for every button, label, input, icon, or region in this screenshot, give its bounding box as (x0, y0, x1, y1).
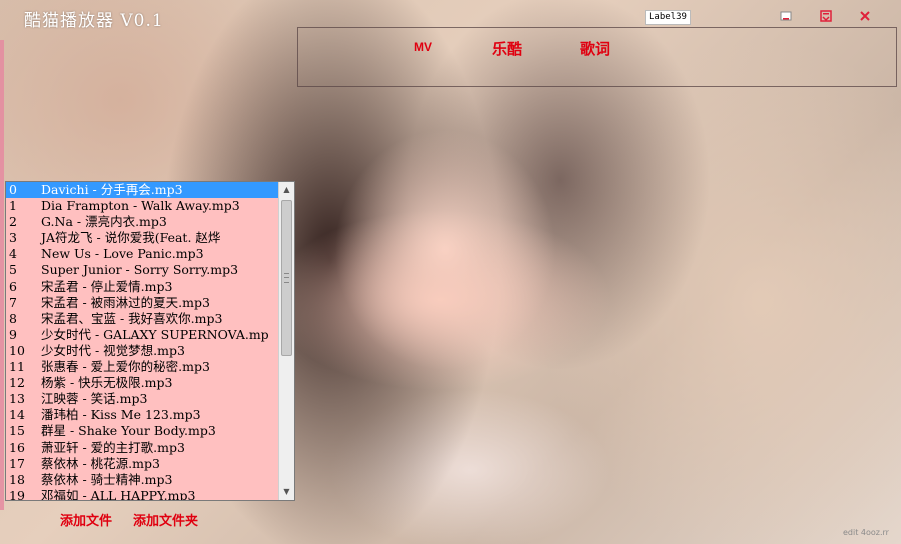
list-item[interactable]: 3 JA符龙飞 - 说你爱我(Feat. 赵烨 (6, 230, 279, 246)
list-item[interactable]: 4 New Us - Love Panic.mp3 (6, 246, 279, 262)
track-name: JA符龙飞 - 说你爱我(Feat. 赵烨 (41, 230, 221, 246)
list-item[interactable]: 8 宋孟君、宝蓝 - 我好喜欢你.mp3 (6, 311, 279, 327)
track-number: 18 (9, 471, 25, 487)
list-item[interactable]: 7 宋孟君 - 被雨淋过的夏天.mp3 (6, 295, 279, 311)
track-number: 4 (9, 246, 17, 262)
track-number: 15 (9, 423, 25, 439)
playlist-scrollbar[interactable]: ▲ ▼ (278, 182, 294, 500)
arrow-up-icon[interactable]: ▲ (279, 182, 294, 198)
list-item[interactable]: 14 潘玮柏 - Kiss Me 123.mp3 (6, 407, 279, 423)
list-item[interactable]: 10 少女时代 - 视觉梦想.mp3 (6, 343, 279, 359)
status-label: Label39 (645, 10, 691, 25)
track-number: 13 (9, 391, 25, 407)
track-number: 2 (9, 214, 17, 230)
list-item[interactable]: 2 G.Na - 漂亮内衣.mp3 (6, 214, 279, 230)
restore-icon (820, 10, 832, 22)
list-item[interactable]: 9 少女时代 - GALAXY SUPERNOVA.mp (6, 327, 279, 343)
list-item[interactable]: 5 Super Junior - Sorry Sorry.mp3 (6, 262, 279, 278)
tab-mv[interactable]: MV (414, 40, 432, 54)
minimize-icon (780, 11, 792, 21)
track-name: 宋孟君、宝蓝 - 我好喜欢你.mp3 (41, 310, 223, 326)
list-item[interactable]: 11 张惠春 - 爱上爱你的秘密.mp3 (6, 359, 279, 375)
track-name: 张惠春 - 爱上爱你的秘密.mp3 (41, 359, 210, 375)
list-item[interactable]: 12 杨紫 - 快乐无极限.mp3 (6, 375, 279, 391)
track-name: 宋孟君 - 停止爱情.mp3 (41, 278, 173, 294)
track-number: 17 (9, 455, 25, 471)
tab-bar: MV 乐酷 歌词 (297, 27, 897, 87)
player-window: 酷猫播放器 V0.1 Label39 MV 乐酷 歌词 0 Davichi - 分… (0, 0, 901, 544)
close-button[interactable] (858, 9, 872, 23)
track-number: 14 (9, 407, 25, 423)
track-name: 杨紫 - 快乐无极限.mp3 (41, 375, 173, 391)
list-item[interactable]: 6 宋孟君 - 停止爱情.mp3 (6, 279, 279, 295)
list-item[interactable]: 0 Davichi - 分手再会.mp3 (6, 182, 279, 199)
list-item[interactable]: 17 蔡依林 - 桃花源.mp3 (6, 456, 279, 472)
track-number: 16 (9, 439, 25, 455)
track-name: 宋孟君 - 被雨淋过的夏天.mp3 (41, 294, 210, 310)
track-number: 0 (9, 182, 17, 197)
scroll-thumb[interactable] (281, 200, 292, 356)
grip-icon (284, 273, 289, 283)
close-icon (860, 11, 870, 21)
playlist-rows: 0 Davichi - 分手再会.mp3 1 Dia Frampton - Walk … (6, 182, 279, 500)
track-number: 5 (9, 262, 17, 278)
track-number: 7 (9, 294, 17, 310)
track-name: Dia Frampton - Walk Away.mp3 (41, 198, 240, 214)
track-name: 邓福如 - ALL HAPPY.mp3 (41, 487, 196, 500)
track-number: 12 (9, 375, 25, 391)
watermark-text: edit 4ooz.rr (843, 528, 889, 537)
tab-lekuo[interactable]: 乐酷 (492, 38, 522, 59)
add-folder-button[interactable]: 添加文件夹 (133, 510, 198, 529)
track-number: 1 (9, 198, 17, 214)
track-name: 潘玮柏 - Kiss Me 123.mp3 (41, 407, 201, 423)
track-name: 江映蓉 - 笑话.mp3 (41, 391, 148, 407)
list-item[interactable]: 18 蔡依林 - 骑士精神.mp3 (6, 472, 279, 488)
track-name: 蔡依林 - 骑士精神.mp3 (41, 471, 173, 487)
track-name: 群星 - Shake Your Body.mp3 (41, 423, 216, 439)
playlist[interactable]: 0 Davichi - 分手再会.mp3 1 Dia Frampton - Walk … (5, 181, 295, 501)
track-name: Super Junior - Sorry Sorry.mp3 (41, 262, 239, 278)
track-name: 萧亚轩 - 爱的主打歌.mp3 (41, 439, 185, 455)
track-number: 6 (9, 278, 17, 294)
tab-lyrics[interactable]: 歌词 (580, 38, 610, 59)
window-edge (0, 40, 4, 510)
track-number: 3 (9, 230, 17, 246)
track-number: 9 (9, 326, 17, 342)
track-name: 少女时代 - 视觉梦想.mp3 (41, 342, 185, 358)
list-item[interactable]: 15 群星 - Shake Your Body.mp3 (6, 423, 279, 439)
minimize-button[interactable] (779, 9, 793, 23)
list-item[interactable]: 1 Dia Frampton - Walk Away.mp3 (6, 198, 279, 214)
track-name: Davichi - 分手再会.mp3 (41, 182, 183, 197)
list-item[interactable]: 16 萧亚轩 - 爱的主打歌.mp3 (6, 440, 279, 456)
track-number: 8 (9, 310, 17, 326)
app-title: 酷猫播放器 V0.1 (24, 11, 164, 31)
track-number: 11 (9, 359, 25, 375)
arrow-down-icon[interactable]: ▼ (279, 484, 294, 500)
add-file-button[interactable]: 添加文件 (60, 510, 112, 529)
restore-button[interactable] (819, 9, 833, 23)
track-number: 10 (9, 342, 25, 358)
track-name: 蔡依林 - 桃花源.mp3 (41, 455, 160, 471)
list-item[interactable]: 19 邓福如 - ALL HAPPY.mp3 (6, 488, 279, 500)
track-name: 少女时代 - GALAXY SUPERNOVA.mp (41, 326, 269, 342)
track-number: 19 (9, 487, 25, 500)
list-item[interactable]: 13 江映蓉 - 笑话.mp3 (6, 391, 279, 407)
track-name: New Us - Love Panic.mp3 (41, 246, 204, 262)
track-name: G.Na - 漂亮内衣.mp3 (41, 214, 167, 230)
